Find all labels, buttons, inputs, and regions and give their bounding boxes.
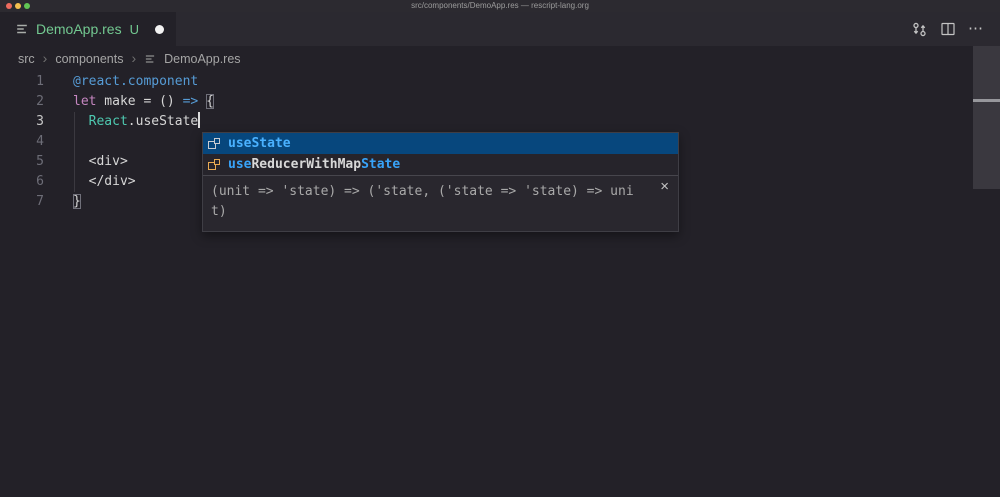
more-actions-button[interactable]: ⋯ <box>968 24 984 34</box>
suggestion-label: useReducerWithMapState <box>228 157 400 172</box>
zoom-window-button[interactable] <box>24 3 30 9</box>
breadcrumb-item-file[interactable]: DemoApp.res <box>164 52 240 66</box>
modified-dot-icon[interactable] <box>155 25 164 34</box>
line-number: 5 <box>0 152 44 172</box>
editor-actions: ⋯ <box>911 12 1000 46</box>
split-editor-button[interactable] <box>940 21 956 37</box>
overview-ruler-cursor-marker <box>973 99 1000 102</box>
symbol-enum-icon <box>206 157 222 173</box>
git-compare-icon <box>911 21 928 38</box>
suggest-docs-panel: (unit => 'state) => ('state, ('state => … <box>203 175 678 231</box>
code-line[interactable]: 2let make = () => { <box>0 92 1000 112</box>
line-content: let make = () => { <box>44 94 214 109</box>
chevron-right-icon: › <box>43 50 48 66</box>
breadcrumb-item-src[interactable]: src <box>18 52 35 66</box>
suggestion-label: useState <box>228 136 291 151</box>
split-editor-icon <box>940 21 956 37</box>
line-content <box>44 134 73 149</box>
docs-text: (unit => 'state) => ('state, ('state => … <box>211 182 652 222</box>
line-number: 4 <box>0 132 44 152</box>
breadcrumb: src › components › DemoApp.res <box>0 46 1000 72</box>
titlebar: src/components/DemoApp.res — rescript-la… <box>0 0 1000 12</box>
close-window-button[interactable] <box>6 3 12 9</box>
line-content: <div> <box>44 154 128 169</box>
suggestion-item[interactable]: useState <box>203 133 678 154</box>
vscode-window: { "colors": { "accent_blue": "#569CD6", … <box>0 0 1000 497</box>
breadcrumb-item-components[interactable]: components <box>55 52 123 66</box>
git-untracked-badge: U <box>130 22 139 37</box>
indent-guide <box>74 112 75 192</box>
line-content: } <box>44 194 81 209</box>
window-controls <box>6 3 30 9</box>
tab-bar: DemoApp.res U ⋯ <box>0 12 1000 46</box>
line-number: 1 <box>0 72 44 92</box>
chevron-right-icon: › <box>131 50 136 66</box>
file-icon <box>15 22 29 36</box>
line-number: 2 <box>0 92 44 112</box>
line-number: 3 <box>0 112 44 132</box>
open-changes-button[interactable] <box>911 21 928 38</box>
text-cursor <box>198 112 200 128</box>
line-content: @react.component <box>44 74 198 89</box>
line-content: </div> <box>44 174 136 189</box>
symbol-value-icon <box>206 136 222 152</box>
close-icon[interactable]: × <box>660 179 669 194</box>
tab-demoapp[interactable]: DemoApp.res U <box>0 12 176 46</box>
suggest-list: useState useReducerWithMapState <box>203 133 678 175</box>
window-title: src/components/DemoApp.res — rescript-la… <box>0 0 1000 12</box>
minimize-window-button[interactable] <box>15 3 21 9</box>
docs-signature-line: t) <box>211 202 652 222</box>
code-line[interactable]: 3 React.useState <box>0 112 1000 132</box>
vertical-scrollbar[interactable] <box>973 46 1000 189</box>
code-line[interactable]: 1@react.component <box>0 72 1000 92</box>
line-content: React.useState <box>44 114 200 129</box>
line-number: 6 <box>0 172 44 192</box>
docs-signature-line: (unit => 'state) => ('state, ('state => … <box>211 182 652 202</box>
suggestion-item[interactable]: useReducerWithMapState <box>203 154 678 175</box>
code-editor[interactable]: 1@react.component2let make = () => {3 Re… <box>0 72 1000 497</box>
tab-label: DemoApp.res <box>36 21 122 37</box>
line-number: 7 <box>0 192 44 212</box>
suggest-widget: useState useReducerWithMapState (unit => … <box>202 132 679 232</box>
file-icon <box>144 53 156 65</box>
